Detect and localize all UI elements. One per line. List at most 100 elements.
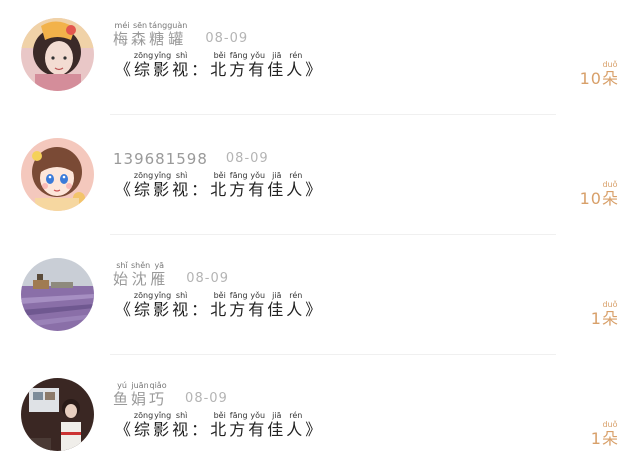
gift-count-value: 1 [590,429,602,448]
comment-char: 视shì [172,51,192,79]
gift-unit-char: 朵duǒ [601,180,618,208]
avatar[interactable] [21,378,94,451]
close-bracket: 》 [305,60,325,79]
user-name[interactable]: 鱼yú娟juān巧qiǎo [113,381,167,408]
avatar[interactable] [21,138,94,211]
name-line: 始shǐ沈shěn雁yā 08-09 [113,260,229,288]
gift-count: 10 朵duǒ [580,60,618,88]
comment-char: ： [191,300,211,319]
comment-char: 有yǒu [248,291,268,319]
comment-char: 影yǐng [153,171,173,199]
gift-unit-char-pinyin: duǒ [601,60,618,69]
name-char-pinyin: juān [131,381,150,390]
avatar[interactable] [21,258,94,331]
gift-unit-char-pinyin: duǒ [601,420,618,429]
comment-char-pinyin: zōng [133,411,154,420]
comment-char-pinyin: jiā [267,291,287,300]
gift-unit-char-pinyin: duǒ [601,300,618,309]
user-name[interactable]: 139681598 [113,150,208,168]
gift-count-value: 1 [590,309,602,328]
comment-char: 有yǒu [248,51,268,79]
name-char-pinyin: yú [113,381,131,390]
name-char: 罐guàn [167,21,188,48]
gift-count-value: 10 [579,69,602,88]
girl-with-bow-avatar-icon [21,18,94,91]
list-item[interactable]: 鱼yú娟juān巧qiǎo 08-09 《综zōng影yǐng视shì：北běi… [0,360,640,462]
comment-char: 人rén [286,171,306,199]
comment-char: 综zōng [133,411,154,439]
comment-char-pinyin: shì [172,51,192,60]
comment-char: 佳jiā [267,411,287,439]
name-char: 雁yā [150,261,169,288]
comment-char-pinyin: shì [172,291,192,300]
comment-char-pinyin: fāng [229,171,249,180]
close-bracket: 》 [305,300,325,319]
name-line: 139681598 08-09 [113,140,269,168]
gift-unit: 朵duǒ [602,180,618,208]
comment-char-pinyin: rén [286,51,306,60]
comment-char-pinyin: jiā [267,51,287,60]
open-bracket: 《 [115,420,135,439]
name-char-pinyin: táng [149,21,168,30]
comment-text: 《综zōng影yǐng视shì：北běi方fāng有yǒu佳jiā人rén》 [115,411,324,441]
open-bracket: 《 [115,60,135,79]
comment-char-pinyin: yǒu [248,411,268,420]
comment-text: 《综zōng影yǐng视shì：北běi方fāng有yǒu佳jiā人rén》 [115,291,324,321]
gift-unit-char: 朵duǒ [601,420,618,448]
gift-count: 1 朵duǒ [591,300,618,328]
list-item[interactable]: 梅méi森sēn糖táng罐guàn 08-09 《综zōng影yǐng视shì… [0,0,640,120]
comment-char-pinyin: zōng [133,291,154,300]
gift-unit: 朵duǒ [602,300,618,328]
gift-count: 1 朵duǒ [591,420,618,448]
name-char: 娟juān [131,381,150,408]
gift-count: 10 朵duǒ [580,180,618,208]
gift-unit-char: 朵duǒ [601,300,618,328]
comment-char: 北běi [210,411,230,439]
comment-char: 视shì [172,291,192,319]
comment-char: 佳jiā [267,171,287,199]
comment-char: 北běi [210,291,230,319]
close-bracket: 》 [305,420,325,439]
name-char: 巧qiǎo [149,381,168,408]
comment-char: 方fāng [229,171,249,199]
list-item[interactable]: 139681598 08-09 《综zōng影yǐng视shì：北běi方fān… [0,120,640,240]
girl-photo-avatar-icon [21,378,94,451]
name-char: 始shǐ [113,261,132,288]
comment-char: ： [191,180,211,199]
divider [110,114,556,115]
comment-char-pinyin: běi [210,51,230,60]
divider [110,354,556,355]
comment-char: 人rén [286,411,306,439]
avatar[interactable] [21,18,94,91]
lavender-field-avatar-icon [21,258,94,331]
comment-char: 北běi [210,51,230,79]
comment-char: 方fāng [229,51,249,79]
comment-char-pinyin: rén [286,291,306,300]
comment-char: 影yǐng [153,411,173,439]
name-char: 梅méi [113,21,132,48]
open-bracket: 《 [115,180,135,199]
comment-char-pinyin: yǒu [248,51,268,60]
comment-date: 08-09 [225,151,269,166]
gift-unit: 朵duǒ [602,420,618,448]
comment-char: 北běi [210,171,230,199]
name-line: 梅méi森sēn糖táng罐guàn 08-09 [113,20,248,48]
comment-char: 视shì [172,171,192,199]
user-name[interactable]: 始shǐ沈shěn雁yā [113,261,168,288]
gift-unit: 朵duǒ [602,60,618,88]
gift-count-value: 10 [579,189,602,208]
comment-char-pinyin: běi [210,291,230,300]
comment-char-pinyin: zōng [133,51,154,60]
comment-char: ： [191,420,211,439]
name-char-pinyin: qiǎo [149,381,168,390]
user-name[interactable]: 梅méi森sēn糖táng罐guàn [113,21,187,48]
comment-char-pinyin: yǐng [153,291,173,300]
list-item[interactable]: 始shǐ沈shěn雁yā 08-09 《综zōng影yǐng视shì：北běi方… [0,240,640,360]
comment-char-pinyin: yǐng [153,171,173,180]
comment-char: 综zōng [133,51,154,79]
name-line: 鱼yú娟juān巧qiǎo 08-09 [113,380,228,408]
open-bracket: 《 [115,300,135,319]
comment-char: 影yǐng [153,51,173,79]
comment-char-pinyin: shì [172,171,192,180]
name-char-pinyin: shǐ [113,261,131,270]
